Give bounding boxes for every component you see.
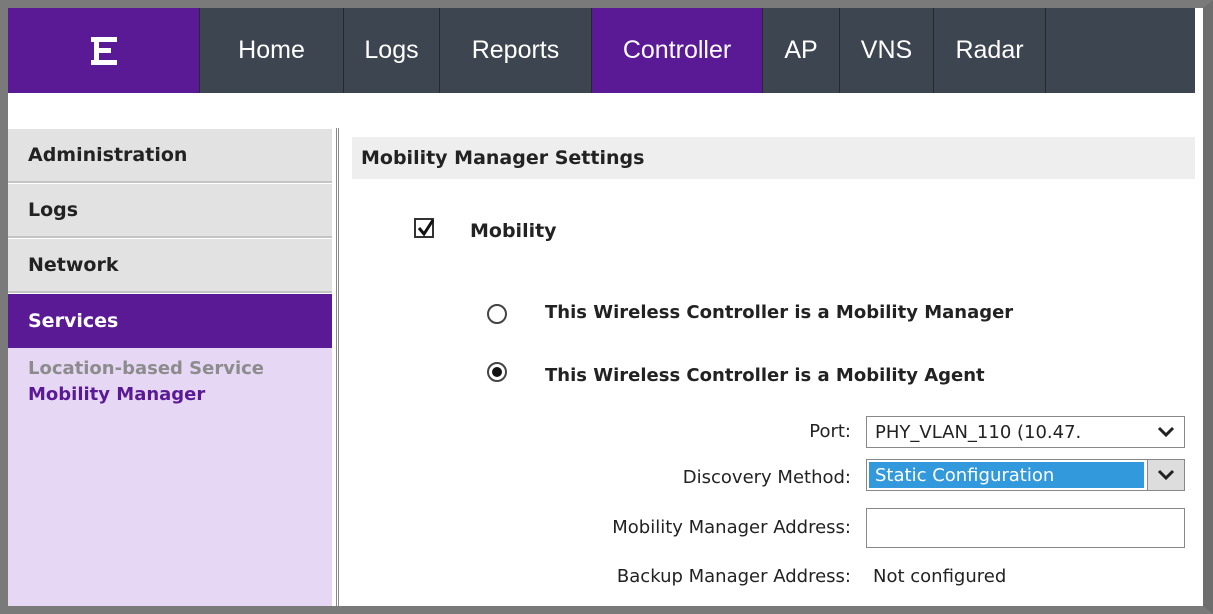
sidebar-item-network[interactable]: Network xyxy=(8,238,332,293)
panel-divider[interactable] xyxy=(336,128,344,606)
sidebar-item-services[interactable]: Services xyxy=(8,293,332,348)
tab-controller[interactable]: Controller xyxy=(592,8,763,93)
sidebar-link-mobility-manager[interactable]: Mobility Manager xyxy=(28,382,332,408)
mobility-agent-radio-label: This Wireless Controller is a Mobility A… xyxy=(545,365,985,386)
mobility-manager-radio[interactable] xyxy=(487,304,507,324)
mobility-agent-radio[interactable] xyxy=(487,362,507,382)
tab-reports[interactable]: Reports xyxy=(440,8,592,93)
sidebar-link-location-based-service[interactable]: Location-based Service xyxy=(28,356,332,382)
tab-home[interactable]: Home xyxy=(200,8,344,93)
page-title: Mobility Manager Settings xyxy=(352,137,1195,179)
sidebar: Administration Logs Network Services Loc… xyxy=(8,128,332,606)
radio-selected-dot xyxy=(492,367,502,377)
port-select-value: PHY_VLAN_110 (10.47. xyxy=(875,421,1082,443)
tab-ap[interactable]: AP xyxy=(763,8,840,93)
mobility-manager-address-input[interactable] xyxy=(866,508,1185,548)
mobility-manager-radio-label: This Wireless Controller is a Mobility M… xyxy=(545,302,1014,323)
sidebar-item-logs[interactable]: Logs xyxy=(8,183,332,238)
backup-manager-address-label: Backup Manager Address: xyxy=(616,566,851,587)
sidebar-item-administration[interactable]: Administration xyxy=(8,128,332,183)
top-nav-bar: Home Logs Reports Controller AP VNS Rada… xyxy=(8,8,1195,93)
tab-vns[interactable]: VNS xyxy=(840,8,934,93)
mobility-manager-address-label: Mobility Manager Address: xyxy=(612,517,851,538)
sidebar-sublinks: Location-based Service Mobility Manager xyxy=(8,348,332,408)
tab-radar[interactable]: Radar xyxy=(934,8,1046,93)
checkmark-icon xyxy=(417,219,435,237)
tab-logs[interactable]: Logs xyxy=(344,8,440,93)
discovery-method-value: Static Configuration xyxy=(869,462,1144,488)
nav-filler xyxy=(1046,8,1195,93)
mobility-checkbox[interactable] xyxy=(414,218,435,238)
discovery-method-select[interactable]: Static Configuration xyxy=(866,459,1185,491)
discovery-method-label: Discovery Method: xyxy=(682,467,851,488)
brand-logo[interactable] xyxy=(8,8,200,93)
port-label: Port: xyxy=(809,421,851,442)
chevron-down-icon xyxy=(1147,460,1184,490)
mobility-label: Mobility xyxy=(470,220,557,242)
port-select[interactable]: PHY_VLAN_110 (10.47. xyxy=(866,416,1185,448)
extreme-logo-icon xyxy=(90,36,117,65)
chevron-down-icon xyxy=(1148,417,1184,447)
backup-manager-address-value: Not configured xyxy=(873,566,1007,587)
